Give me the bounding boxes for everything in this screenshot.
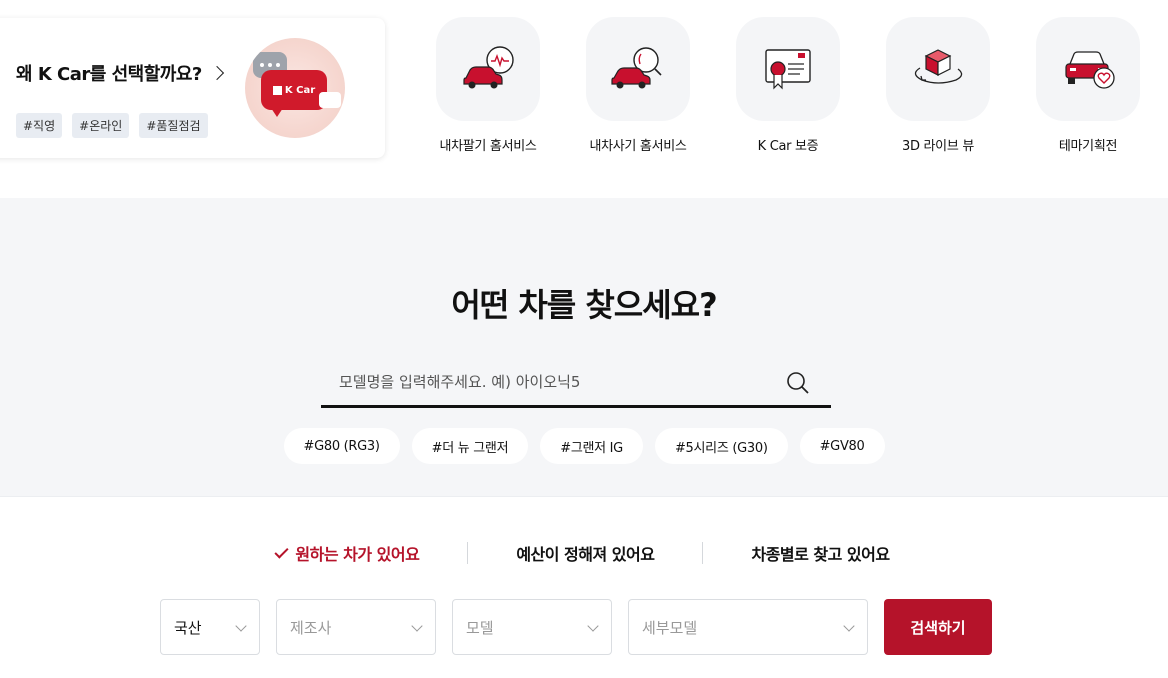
search-box [321,358,831,408]
tab-car-type[interactable]: 차종별로 찾고 있어요 [703,541,937,565]
service-sell-home-label: 내차팔기 홈서비스 [439,139,537,154]
search-section: 어떤 차를 찾으세요? #G80 (RG3) #더 뉴 그랜저 #그랜저 IG … [0,198,1168,496]
filter-tabs: 원하는 차가 있어요 예산이 정해져 있어요 차종별로 찾고 있어요 [0,541,1168,565]
keyword-chip[interactable]: #G80 (RG3) [283,428,400,464]
chevron-down-icon [411,620,423,632]
top-section: 왜 K Car를 선택할까요? #직영 #온라인 #품질점검 K Car 내차팔… [0,0,1168,198]
tab-have-car-in-mind-label: 원하는 차가 있어요 [295,545,420,564]
origin-select[interactable]: 국산 [160,599,260,655]
theme-car-heart-icon [1036,17,1140,121]
car-sell-icon [436,17,540,121]
service-theme-exhibition[interactable]: 테마기획전 [1036,17,1140,154]
tab-budget[interactable]: 예산이 정해져 있어요 [468,541,702,565]
origin-select-value: 국산 [174,618,202,637]
tab-have-car-in-mind[interactable]: 원하는 차가 있어요 [230,541,467,565]
model-select-value: 모델 [466,618,494,637]
manufacturer-select-value: 제조사 [290,618,332,637]
kcar-logo-mark-icon [272,85,282,95]
service-theme-exhibition-label: 테마기획전 [1058,139,1118,154]
service-3d-live-view[interactable]: 3D 라이브 뷰 [886,17,990,154]
why-kcar-title-text: 왜 K Car를 선택할까요? [16,64,202,85]
chevron-right-icon [209,65,224,81]
service-buy-home[interactable]: 내차사기 홈서비스 [586,17,690,154]
chevron-down-icon [235,620,247,632]
check-icon [274,543,289,559]
why-kcar-title: 왜 K Car를 선택할까요? [16,60,224,86]
search-input[interactable] [339,368,779,396]
car-filter-section: 원하는 차가 있어요 예산이 정해져 있어요 차종별로 찾고 있어요 국산 제조… [0,496,1168,678]
detail-model-select-value: 세부모델 [642,618,698,637]
search-button[interactable]: 검색하기 [884,599,992,655]
chevron-down-icon [843,620,855,632]
white-chat-bubble-icon [319,92,341,108]
service-shortcuts: 내차팔기 홈서비스 내차사기 홈서비스 K Car 보증 3D 라이브 뷰 테마… [436,17,1140,154]
keyword-chip[interactable]: #5시리즈 (G30) [654,428,788,464]
chevron-down-icon [587,620,599,632]
car-buy-search-icon [586,17,690,121]
model-select[interactable]: 모델 [452,599,612,655]
service-sell-home[interactable]: 내차팔기 홈서비스 [436,17,540,154]
keyword-chip[interactable]: #GV80 [799,428,885,464]
kcar-speech-bubble-illustration: K Car [245,38,345,138]
3d-rotate-icon [886,17,990,121]
service-3d-live-view-label: 3D 라이브 뷰 [902,139,974,154]
manufacturer-select[interactable]: 제조사 [276,599,436,655]
tag-quality: #품질점검 [139,113,208,138]
search-title: 어떤 차를 찾으세요? [451,286,717,324]
warranty-certificate-icon [736,17,840,121]
popular-keywords: #G80 (RG3) #더 뉴 그랜저 #그랜저 IG #5시리즈 (G30) … [0,428,1168,464]
filter-selects: 국산 제조사 모델 세부모델 검색하기 [160,599,992,655]
kcar-bubble-text: K Car [284,84,316,96]
kcar-chat-bubble-icon: K Car [261,70,327,117]
keyword-chip[interactable]: #그랜저 IG [540,428,643,464]
detail-model-select[interactable]: 세부모델 [628,599,868,655]
tag-online: #온라인 [72,113,130,138]
keyword-chip[interactable]: #더 뉴 그랜저 [411,428,529,464]
service-warranty[interactable]: K Car 보증 [736,17,840,154]
search-icon[interactable] [785,370,811,396]
why-kcar-card[interactable]: 왜 K Car를 선택할까요? #직영 #온라인 #품질점검 K Car [0,18,385,158]
why-kcar-tags: #직영 #온라인 #품질점검 [16,113,208,138]
tab-car-type-label: 차종별로 찾고 있어요 [751,545,890,564]
service-warranty-label: K Car 보증 [757,139,819,154]
service-buy-home-label: 내차사기 홈서비스 [589,139,687,154]
tag-direct: #직영 [16,113,63,138]
tab-budget-label: 예산이 정해져 있어요 [516,545,655,564]
